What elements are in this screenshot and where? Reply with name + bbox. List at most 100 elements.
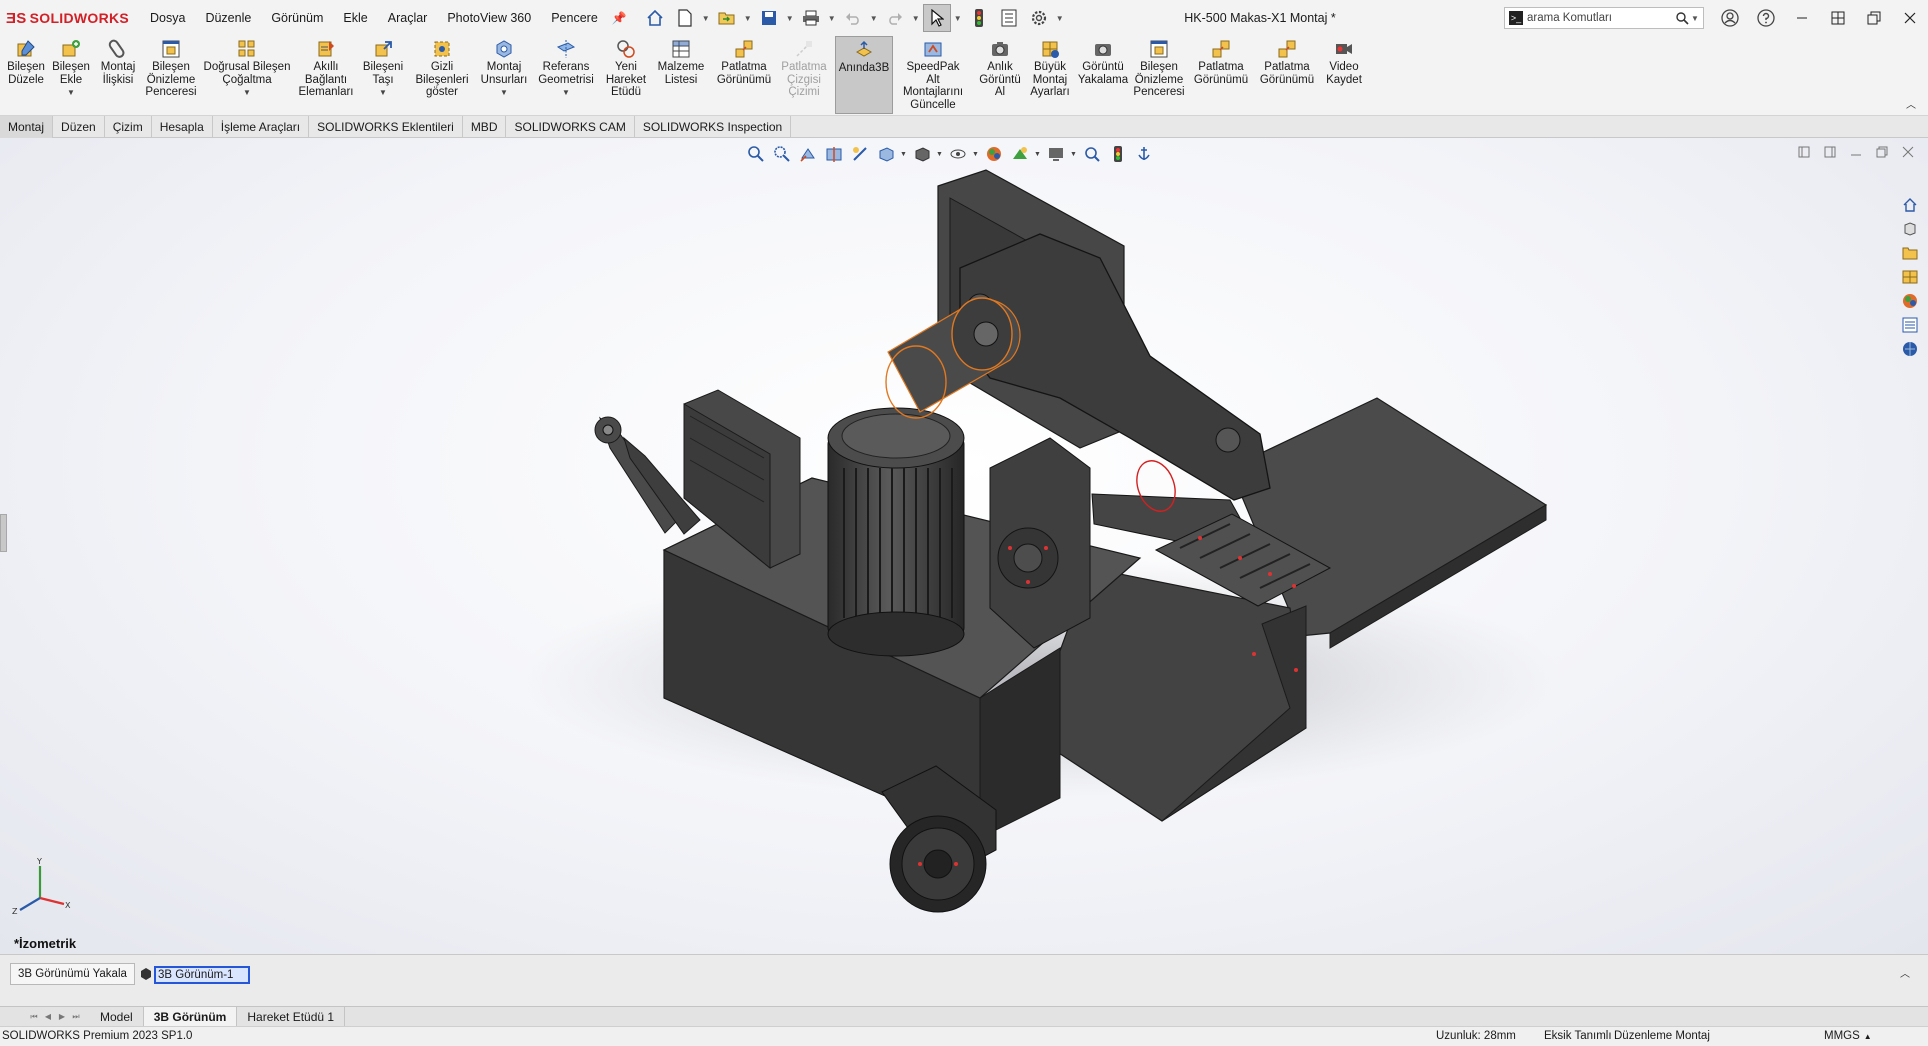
new-dropdown-icon[interactable]: ▼ [701,14,711,23]
tab-sketch[interactable]: Çizim [105,116,152,138]
menu-edit[interactable]: Düzenle [195,0,261,36]
mate-button[interactable]: Montaj İlişkisi [96,38,140,86]
mate-icon [107,38,129,60]
edit-component-button[interactable]: Bileşen Düzele [6,38,46,86]
select-dropdown-icon[interactable]: ▼ [953,14,963,23]
exploded-view-button[interactable]: Patlatma Görünümü [714,38,774,86]
insert-component-dropdown-icon[interactable]: ▼ [67,87,75,100]
next-tab-icon[interactable]: ▶ [56,1011,68,1023]
save-dropdown-icon[interactable]: ▼ [785,14,795,23]
tab-motion-study-1[interactable]: Hareket Etüdü 1 [237,1006,346,1027]
tab-mbd[interactable]: MBD [463,116,507,138]
tab-assembly[interactable]: Montaj [0,116,54,138]
bill-of-materials-button[interactable]: Malzeme Listesi [654,38,708,86]
pivot-bearing-block[interactable] [989,437,1091,649]
menu-photoview[interactable]: PhotoView 360 [437,0,541,36]
new-motion-study-button[interactable]: Yeni Hareket Etüdü [602,38,650,99]
select-arrow-icon[interactable] [922,4,951,32]
help-icon[interactable] [1748,0,1784,36]
restore-icon[interactable] [1856,0,1892,36]
units-selector[interactable]: MMGS ▲ [1824,1030,1872,1042]
exploded-view-button-2[interactable]: Patlatma Görünümü [1192,38,1250,86]
print-icon[interactable] [797,4,825,32]
show-hidden-components-button[interactable]: Gizli Bileşenleri göster [412,38,472,99]
speedpak-update-button[interactable]: SpeedPak Alt Montajlarını Güncelle [898,38,968,111]
reference-geometry-icon [555,38,577,60]
move-component-dropdown-icon[interactable]: ▼ [379,87,387,100]
redo-dropdown-icon[interactable]: ▼ [911,14,921,23]
new-motion-study-icon [615,38,637,60]
rebuild-traffic-light-icon[interactable] [965,4,993,32]
insert-component-button[interactable]: Bileşen Ekle ▼ [50,38,92,100]
large-assembly-settings-button[interactable]: Büyük Montaj Ayarları [1026,38,1074,99]
record-video-button[interactable]: Video Kaydet [1322,38,1366,86]
search-dropdown-icon[interactable]: ▼ [1691,14,1703,23]
print-dropdown-icon[interactable]: ▼ [827,14,837,23]
menu-file[interactable]: Dosya [140,0,195,36]
window-controls [1712,0,1928,36]
assembly-features-button[interactable]: Montaj Unsurları ▼ [478,38,530,100]
search-icon[interactable] [1673,11,1691,25]
capture-3d-view-button[interactable]: 3B Görünümü Yakala [10,963,135,985]
record-video-icon [1333,38,1355,60]
save-icon[interactable] [755,4,783,32]
open-dropdown-icon[interactable]: ▼ [743,14,753,23]
file-properties-icon[interactable] [995,4,1023,32]
prev-tab-icon[interactable]: ◀ [42,1011,54,1023]
electric-motor[interactable] [827,407,965,657]
graphics-viewport[interactable]: ▼ ▼ ▼ ▼ ▼ Y X Z *İzometrik [0,138,1928,954]
options-gear-icon[interactable] [1025,4,1053,32]
home-icon[interactable] [641,4,669,32]
assembly-model[interactable] [0,138,1928,954]
tile-windows-icon[interactable] [1820,0,1856,36]
redo-icon[interactable] [881,4,909,32]
search-commands[interactable]: >_ arama Komutları ▼ [1504,7,1704,29]
close-icon[interactable] [1892,0,1928,36]
tab-machining-tools[interactable]: İşleme Araçları [213,116,310,138]
instant3d-button[interactable]: Anında3B [835,36,893,114]
reference-geometry-button[interactable]: Referans Geometrisi ▼ [534,38,598,100]
take-snapshot-button[interactable]: Anlık Görüntü Al [974,38,1026,99]
search-input[interactable]: arama Komutları [1527,12,1673,24]
linear-pattern-button[interactable]: Doğrusal Bileşen Çoğaltma ▼ [202,38,292,100]
status-bar: SOLIDWORKS Premium 2023 SP1.0 Uzunluk: 2… [0,1026,1928,1046]
units-dropdown-icon: ▲ [1863,1032,1872,1041]
last-tab-icon[interactable]: ⏭ [70,1011,82,1023]
linear-pattern-dropdown-icon[interactable]: ▼ [243,87,251,100]
user-account-icon[interactable] [1712,0,1748,36]
tab-3d-views[interactable]: 3B Görünüm [143,1006,238,1027]
menu-window[interactable]: Pencere [541,0,608,36]
undo-icon[interactable] [839,4,867,32]
tab-inspection[interactable]: SOLIDWORKS Inspection [635,116,792,138]
collapse-panel-icon[interactable]: ︿ [1900,965,1910,980]
explode-line-sketch-button[interactable]: Patlatma Çizgisi Çizimi [776,38,832,99]
new-document-icon[interactable] [671,4,699,32]
first-tab-icon[interactable]: ⏮ [28,1011,40,1023]
tab-layout[interactable]: Düzen [53,116,105,138]
collapse-ribbon-icon[interactable]: ︿ [1906,96,1916,111]
tab-evaluate[interactable]: Hesapla [152,116,213,138]
component-preview-button[interactable]: Bileşen Önizleme Penceresi [144,38,198,99]
tab-addins[interactable]: SOLIDWORKS Eklentileri [309,116,463,138]
tab-cam[interactable]: SOLIDWORKS CAM [506,116,635,138]
move-component-button[interactable]: Bileşeni Taşı ▼ [358,38,408,100]
minimize-icon[interactable] [1784,0,1820,36]
assembly-features-dropdown-icon[interactable]: ▼ [500,87,508,100]
units-label: MMGS [1824,1030,1860,1042]
image-capture-button[interactable]: Görüntü Yakalama [1078,38,1128,86]
menu-tools[interactable]: Araçlar [378,0,438,36]
menu-view[interactable]: Görünüm [261,0,333,36]
pin-menu-icon[interactable]: 📌 [612,11,627,25]
reference-geometry-dropdown-icon[interactable]: ▼ [562,87,570,100]
solidworks-logo[interactable]: ƎS SOLIDWORKS [0,10,140,27]
ds-logo-icon: ƎS [6,9,27,27]
menu-insert[interactable]: Ekle [333,0,377,36]
open-document-icon[interactable] [713,4,741,32]
smart-fasteners-button[interactable]: Akıllı Bağlantı Elemanları [296,38,356,99]
options-dropdown-icon[interactable]: ▼ [1055,14,1065,23]
exploded-view-button-3[interactable]: Patlatma Görünümü [1258,38,1316,86]
undo-dropdown-icon[interactable]: ▼ [869,14,879,23]
3d-view-name-input[interactable]: 3B Görünüm-1 [154,966,250,984]
tab-model[interactable]: Model [90,1006,144,1027]
component-preview-button-2[interactable]: Bileşen Önizleme Penceresi [1132,38,1186,99]
